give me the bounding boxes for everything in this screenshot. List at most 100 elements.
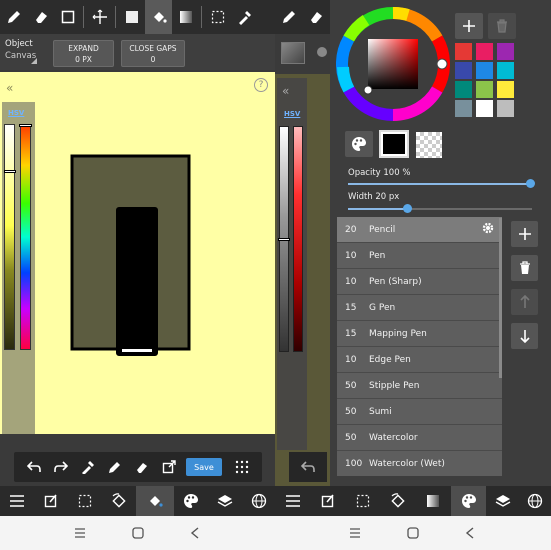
save-button[interactable]: Save <box>186 458 222 476</box>
recents-icon[interactable] <box>74 528 86 538</box>
brush-list-item[interactable]: 50 Stipple Pen <box>337 373 502 399</box>
color-swatch[interactable] <box>476 62 493 79</box>
drawing-canvas[interactable]: « ? <box>0 72 275 434</box>
back-icon[interactable] <box>190 527 200 539</box>
close-gaps-button[interactable]: CLOSE GAPS 0 <box>121 40 185 67</box>
edit-button[interactable] <box>34 486 68 516</box>
bucket-tool-button[interactable] <box>145 0 172 34</box>
move-tool-button[interactable] <box>86 0 113 34</box>
brush-list-scrollbar[interactable] <box>499 218 502 378</box>
eraser-tool-button[interactable] <box>302 0 329 34</box>
palette-button[interactable] <box>345 131 373 157</box>
color-swatch[interactable] <box>455 100 472 117</box>
add-brush-button[interactable] <box>511 221 538 247</box>
color-swatch[interactable] <box>455 43 472 60</box>
edit-button[interactable] <box>310 486 345 516</box>
eraser-tool-button[interactable] <box>27 0 54 34</box>
pencil-tool-button[interactable] <box>0 0 27 34</box>
selection-button[interactable] <box>68 486 102 516</box>
color-swatch[interactable] <box>497 100 514 117</box>
eraser-button[interactable] <box>128 452 155 482</box>
brush-list-item[interactable]: 15 G Pen <box>337 295 502 321</box>
undo-button[interactable] <box>20 452 47 482</box>
collapse-panel-icon[interactable]: « <box>6 81 13 95</box>
mid-undo-button[interactable] <box>289 452 327 482</box>
gradient-tool-button[interactable] <box>172 0 199 34</box>
trash-icon <box>513 256 537 280</box>
brush-list-item[interactable]: 100 Watercolor (Wet) <box>337 451 502 476</box>
color-wheel[interactable] <box>336 7 450 121</box>
transform-button[interactable] <box>155 452 182 482</box>
expand-value: 0 PX <box>75 55 92 64</box>
redo-button[interactable] <box>47 452 74 482</box>
eyedropper-button[interactable] <box>74 452 101 482</box>
hue-slider[interactable] <box>20 124 31 350</box>
selection-button[interactable] <box>345 486 380 516</box>
move-brush-up-button[interactable] <box>511 289 538 315</box>
pen-button[interactable] <box>101 452 128 482</box>
pencil-tool-button[interactable] <box>275 0 302 34</box>
add-swatch-button[interactable] <box>455 13 483 39</box>
brush-list-item[interactable]: 50 Watercolor <box>337 425 502 451</box>
brush-list-item[interactable]: 20 Pencil <box>337 217 502 243</box>
brush-list-item[interactable]: 10 Edge Pen <box>337 347 502 373</box>
brush-list-item[interactable]: 15 Mapping Pen <box>337 321 502 347</box>
color-swatch[interactable] <box>497 43 514 60</box>
color-swatch[interactable] <box>497 62 514 79</box>
hue-slider-thumb[interactable] <box>19 124 32 127</box>
layers-button[interactable] <box>208 486 242 516</box>
rotate-button[interactable] <box>102 486 136 516</box>
brush-list-item[interactable]: 10 Pen <box>337 243 502 269</box>
color-swatch[interactable] <box>455 62 472 79</box>
gradient-button[interactable] <box>415 486 451 516</box>
globe-button[interactable] <box>519 486 551 516</box>
color-swatch[interactable] <box>455 81 472 98</box>
menu-icon <box>281 489 305 513</box>
delete-brush-button[interactable] <box>511 255 538 281</box>
hsv-label[interactable]: HSV <box>8 109 24 117</box>
home-icon[interactable] <box>407 527 419 539</box>
saturation-slider[interactable] <box>293 126 303 352</box>
brush-size: 10 <box>345 354 357 365</box>
layers-button[interactable] <box>486 486 519 516</box>
opacity-slider-thumb[interactable] <box>526 179 535 188</box>
lasso-tool-button[interactable] <box>204 0 231 34</box>
value-slider[interactable] <box>4 124 15 350</box>
hsv-label[interactable]: HSV <box>284 110 300 118</box>
value-slider-thumb[interactable] <box>4 170 16 173</box>
palette-tab-button[interactable] <box>174 486 208 516</box>
expand-button[interactable]: EXPAND 0 PX <box>53 40 114 67</box>
bucket-button[interactable] <box>136 486 174 516</box>
opacity-slider[interactable] <box>348 183 532 185</box>
color-swatch[interactable] <box>476 81 493 98</box>
select-rect-tool-button[interactable] <box>54 0 81 34</box>
delete-swatch-button[interactable] <box>488 13 516 39</box>
palette-tab-button[interactable] <box>451 486 486 516</box>
brush-preview[interactable] <box>281 42 305 64</box>
color-swatch[interactable] <box>476 100 493 117</box>
home-icon[interactable] <box>132 527 144 539</box>
menu-button[interactable] <box>275 486 310 516</box>
width-slider-thumb[interactable] <box>403 204 412 213</box>
globe-button[interactable] <box>242 486 275 516</box>
rotate-icon <box>386 489 410 513</box>
collapse-panel-icon[interactable]: « <box>282 84 289 98</box>
current-color-swatch[interactable] <box>379 130 409 158</box>
gear-icon[interactable] <box>481 221 495 235</box>
color-swatch[interactable] <box>476 43 493 60</box>
grid-menu-button[interactable] <box>228 452 255 482</box>
transparent-color-swatch[interactable] <box>416 132 442 158</box>
fill-rect-tool-button[interactable] <box>118 0 145 34</box>
help-icon[interactable]: ? <box>254 78 268 92</box>
menu-button[interactable] <box>0 486 34 516</box>
brush-list-item[interactable]: 50 Sumi <box>337 399 502 425</box>
brush-list-item[interactable]: 10 Pen (Sharp) <box>337 269 502 295</box>
value-slider-thumb[interactable] <box>278 238 290 241</box>
rotate-button[interactable] <box>380 486 415 516</box>
eyedropper-tool-button[interactable] <box>231 0 258 34</box>
hsv-color-panel: HSV <box>2 102 35 450</box>
recents-icon[interactable] <box>349 528 361 538</box>
color-swatch[interactable] <box>497 81 514 98</box>
move-brush-down-button[interactable] <box>511 323 538 349</box>
back-icon[interactable] <box>465 527 475 539</box>
